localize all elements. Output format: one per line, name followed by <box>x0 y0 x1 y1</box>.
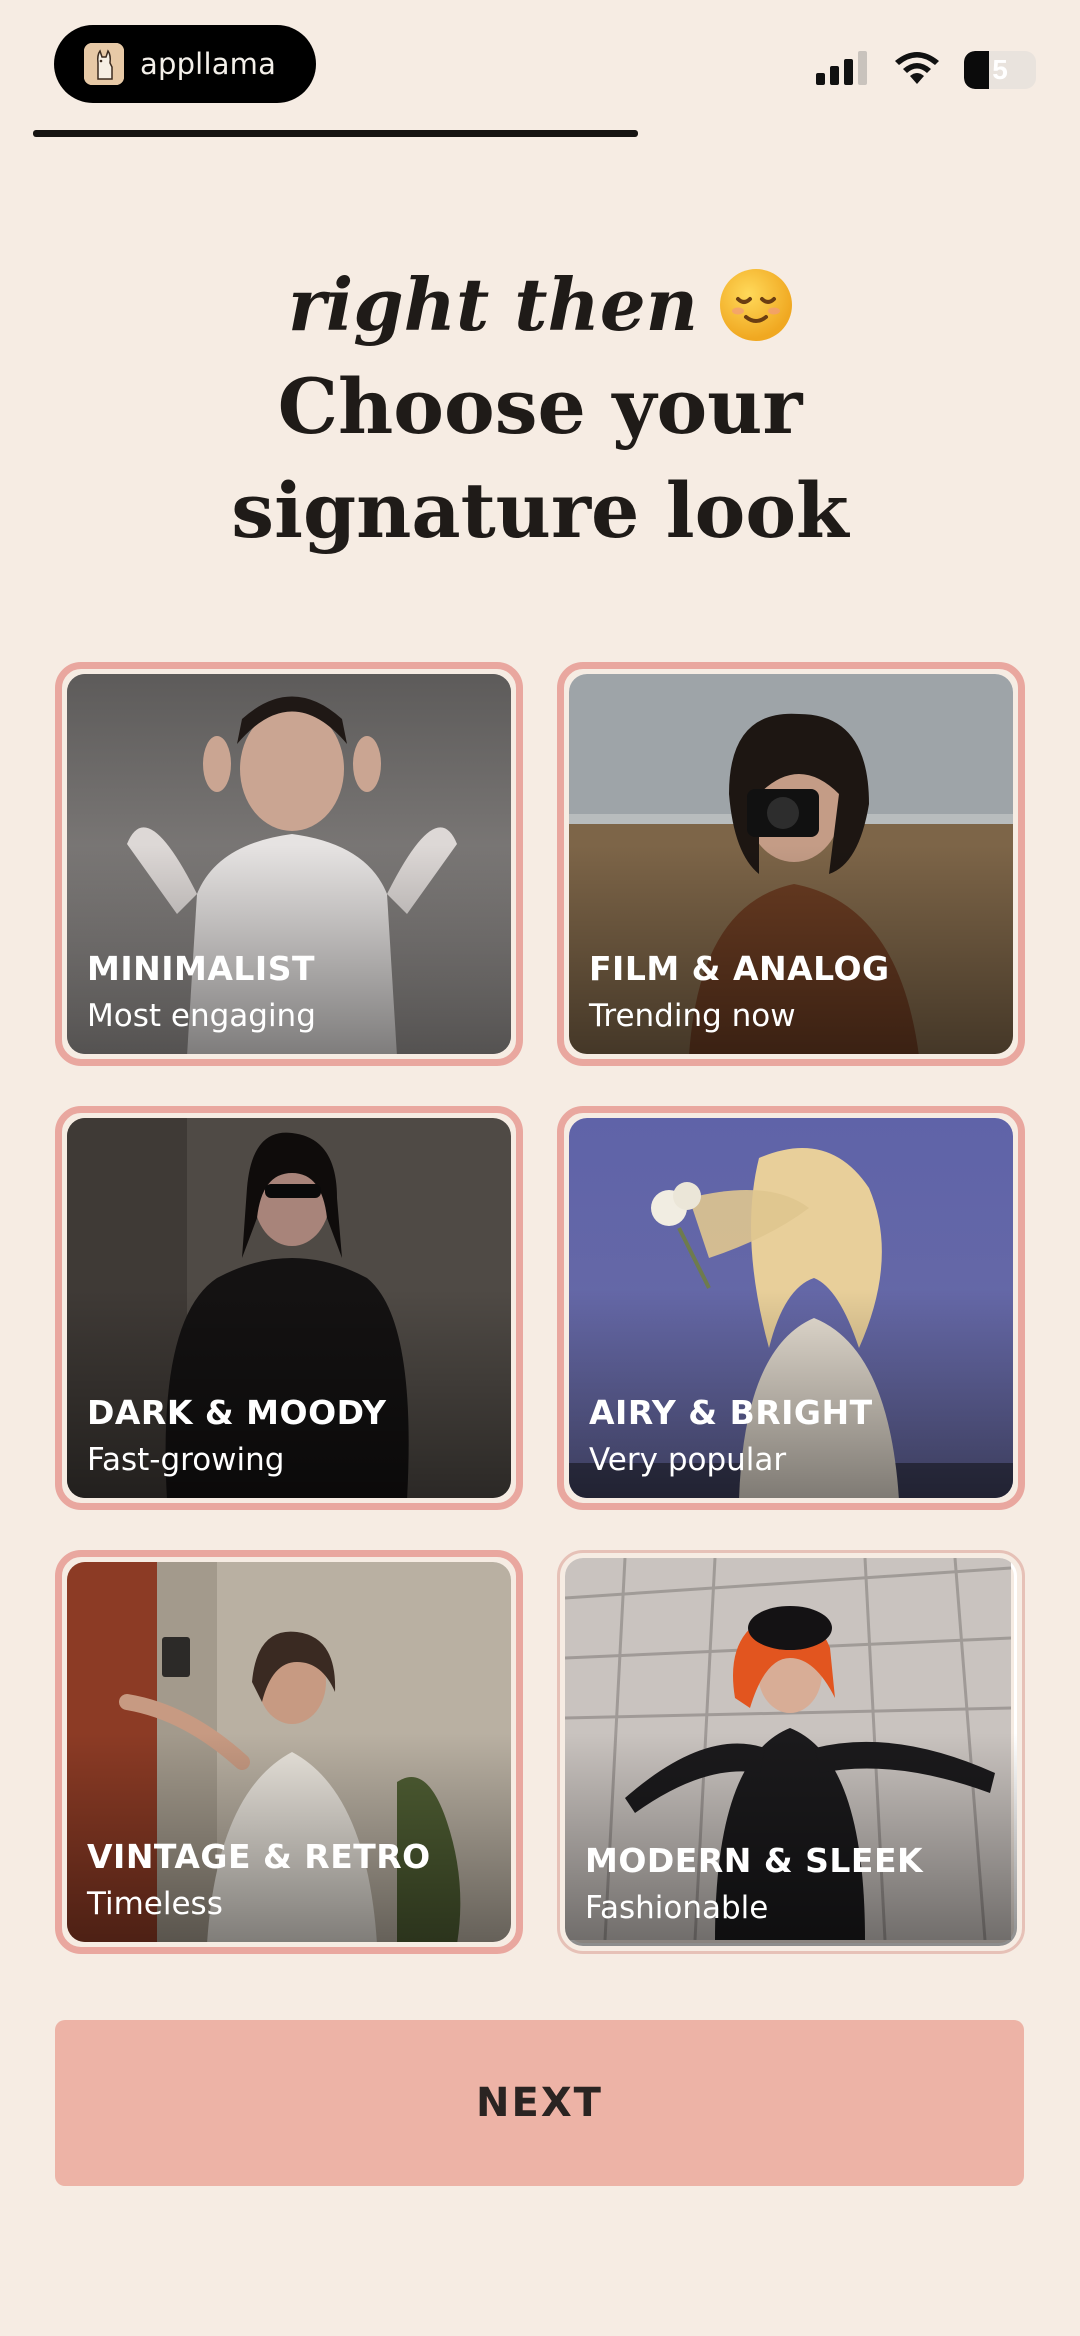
look-photo-film-analog: FILM & ANALOG Trending now <box>569 674 1013 1054</box>
battery-icon: 5 <box>964 51 1036 89</box>
look-card-minimalist[interactable]: MINIMALIST Most engaging <box>55 662 523 1066</box>
wifi-icon <box>892 50 942 90</box>
look-photo-minimalist: MINIMALIST Most engaging <box>67 674 511 1054</box>
look-title: FILM & ANALOG <box>589 949 890 988</box>
look-subtitle: Very popular <box>589 1442 787 1478</box>
look-card-modern-sleek[interactable]: MODERN & SLEEK Fashionable <box>557 1550 1025 1954</box>
heading-tagline: right then <box>287 262 699 347</box>
app-badge[interactable]: appllama <box>54 25 316 103</box>
look-subtitle: Timeless <box>87 1886 223 1922</box>
look-card-airy-bright[interactable]: AIRY & BRIGHT Very popular <box>557 1106 1025 1510</box>
page-title: Choose your signature look <box>231 362 849 555</box>
relieved-face-icon <box>720 269 793 341</box>
look-title: VINTAGE & RETRO <box>87 1837 431 1876</box>
look-card-film-analog[interactable]: FILM & ANALOG Trending now <box>557 662 1025 1066</box>
look-card-dark-moody[interactable]: DARK & MOODY Fast-growing <box>55 1106 523 1510</box>
look-title: MODERN & SLEEK <box>585 1841 924 1880</box>
onboarding-progress-bar <box>33 130 638 137</box>
look-photo-vintage-retro: VINTAGE & RETRO Timeless <box>67 1562 511 1942</box>
app-name: appllama <box>140 47 277 81</box>
look-subtitle: Most engaging <box>87 998 316 1034</box>
look-photo-modern-sleek: MODERN & SLEEK Fashionable <box>565 1558 1017 1946</box>
llama-logo-icon <box>84 43 124 85</box>
look-photo-dark-moody: DARK & MOODY Fast-growing <box>67 1118 511 1498</box>
look-subtitle: Fast-growing <box>87 1442 285 1478</box>
battery-level: 5 <box>992 54 1008 85</box>
status-icons: 5 <box>816 48 1036 92</box>
look-card-vintage-retro[interactable]: VINTAGE & RETRO Timeless <box>55 1550 523 1954</box>
look-title: AIRY & BRIGHT <box>589 1393 873 1432</box>
look-title: MINIMALIST <box>87 949 315 988</box>
page-heading: right then Choose your signature look <box>0 255 1080 563</box>
look-photo-airy-bright: AIRY & BRIGHT Very popular <box>569 1118 1013 1498</box>
look-title: DARK & MOODY <box>87 1393 387 1432</box>
look-subtitle: Trending now <box>589 998 796 1034</box>
cellular-signal-icon <box>816 51 870 89</box>
next-button[interactable]: NEXT <box>55 2020 1024 2186</box>
look-subtitle: Fashionable <box>585 1890 769 1926</box>
